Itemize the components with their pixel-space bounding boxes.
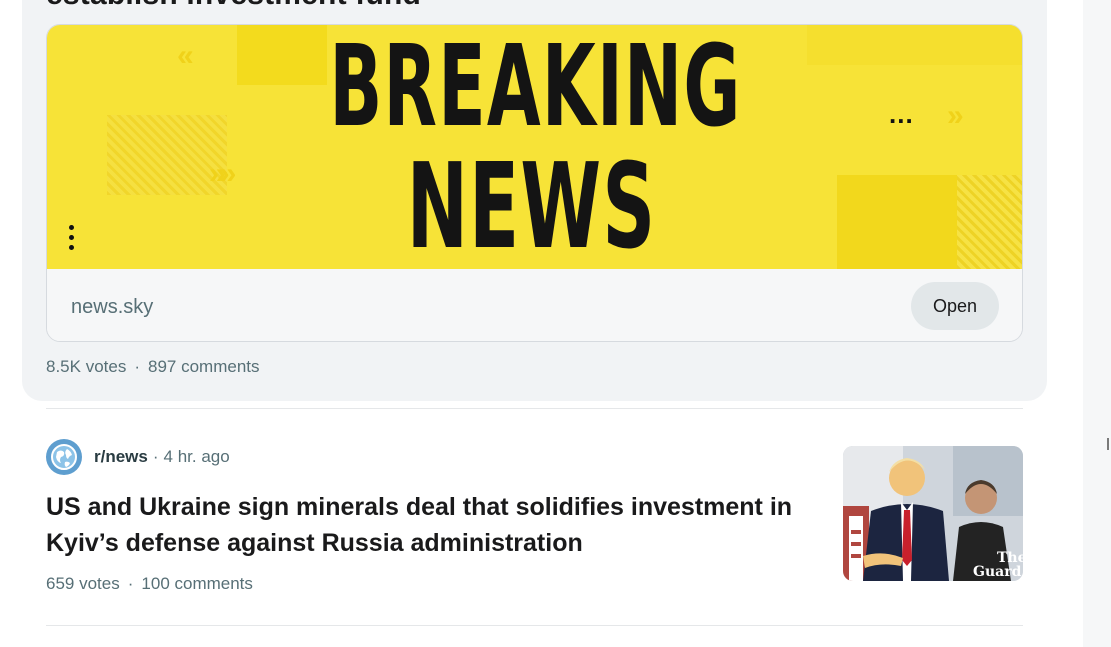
- separator: ·: [152, 447, 159, 466]
- breaking-news-image[interactable]: « »» » BREAKING NEWS ...: [47, 25, 1022, 269]
- link-preview[interactable]: « »» » BREAKING NEWS ... news.sky Open: [46, 24, 1023, 342]
- divider: [46, 408, 1023, 409]
- link-domain: news.sky: [71, 296, 154, 318]
- open-link-button[interactable]: Open: [911, 282, 999, 330]
- subreddit-link[interactable]: r/news: [94, 447, 148, 467]
- chevron-decoration-icon: »»: [209, 157, 236, 190]
- post-title[interactable]: establish investment fund: [46, 0, 421, 12]
- vote-count[interactable]: 8.5K votes: [46, 357, 126, 376]
- background-tile: [837, 175, 957, 269]
- comment-count[interactable]: 100 comments: [141, 574, 253, 593]
- more-dots-icon: ...: [889, 99, 914, 129]
- post-meta: 8.5K votes · 897 comments: [46, 357, 260, 377]
- banner-headline-line1: BREAKING: [329, 25, 742, 152]
- sidebar-fragment: [1107, 438, 1111, 450]
- chevron-decoration-icon: »: [947, 99, 964, 132]
- separator: ·: [127, 574, 134, 593]
- post-thumbnail[interactable]: The Guard: [843, 446, 1023, 581]
- vote-count[interactable]: 659 votes: [46, 574, 120, 593]
- background-tile: [807, 25, 1022, 65]
- background-tile: [957, 175, 1022, 269]
- link-bar[interactable]: news.sky Open: [47, 269, 1022, 341]
- post-title[interactable]: US and Ukraine sign minerals deal that s…: [46, 489, 826, 561]
- post-timestamp: 4 hr. ago: [163, 447, 230, 466]
- banner-headline-line2: NEWS: [406, 137, 657, 269]
- post-header: r/news · 4 hr. ago: [46, 439, 230, 475]
- vertical-dots-icon: [69, 225, 75, 250]
- divider: [46, 625, 1023, 626]
- chevron-decoration-icon: «: [177, 39, 194, 72]
- watermark-line2: Guard: [973, 564, 1022, 580]
- right-sidebar-edge: [1083, 0, 1111, 647]
- separator: ·: [134, 357, 140, 376]
- comment-count[interactable]: 897 comments: [148, 357, 260, 376]
- post-meta: 659 votes · 100 comments: [46, 574, 253, 594]
- globe-icon[interactable]: [46, 439, 82, 475]
